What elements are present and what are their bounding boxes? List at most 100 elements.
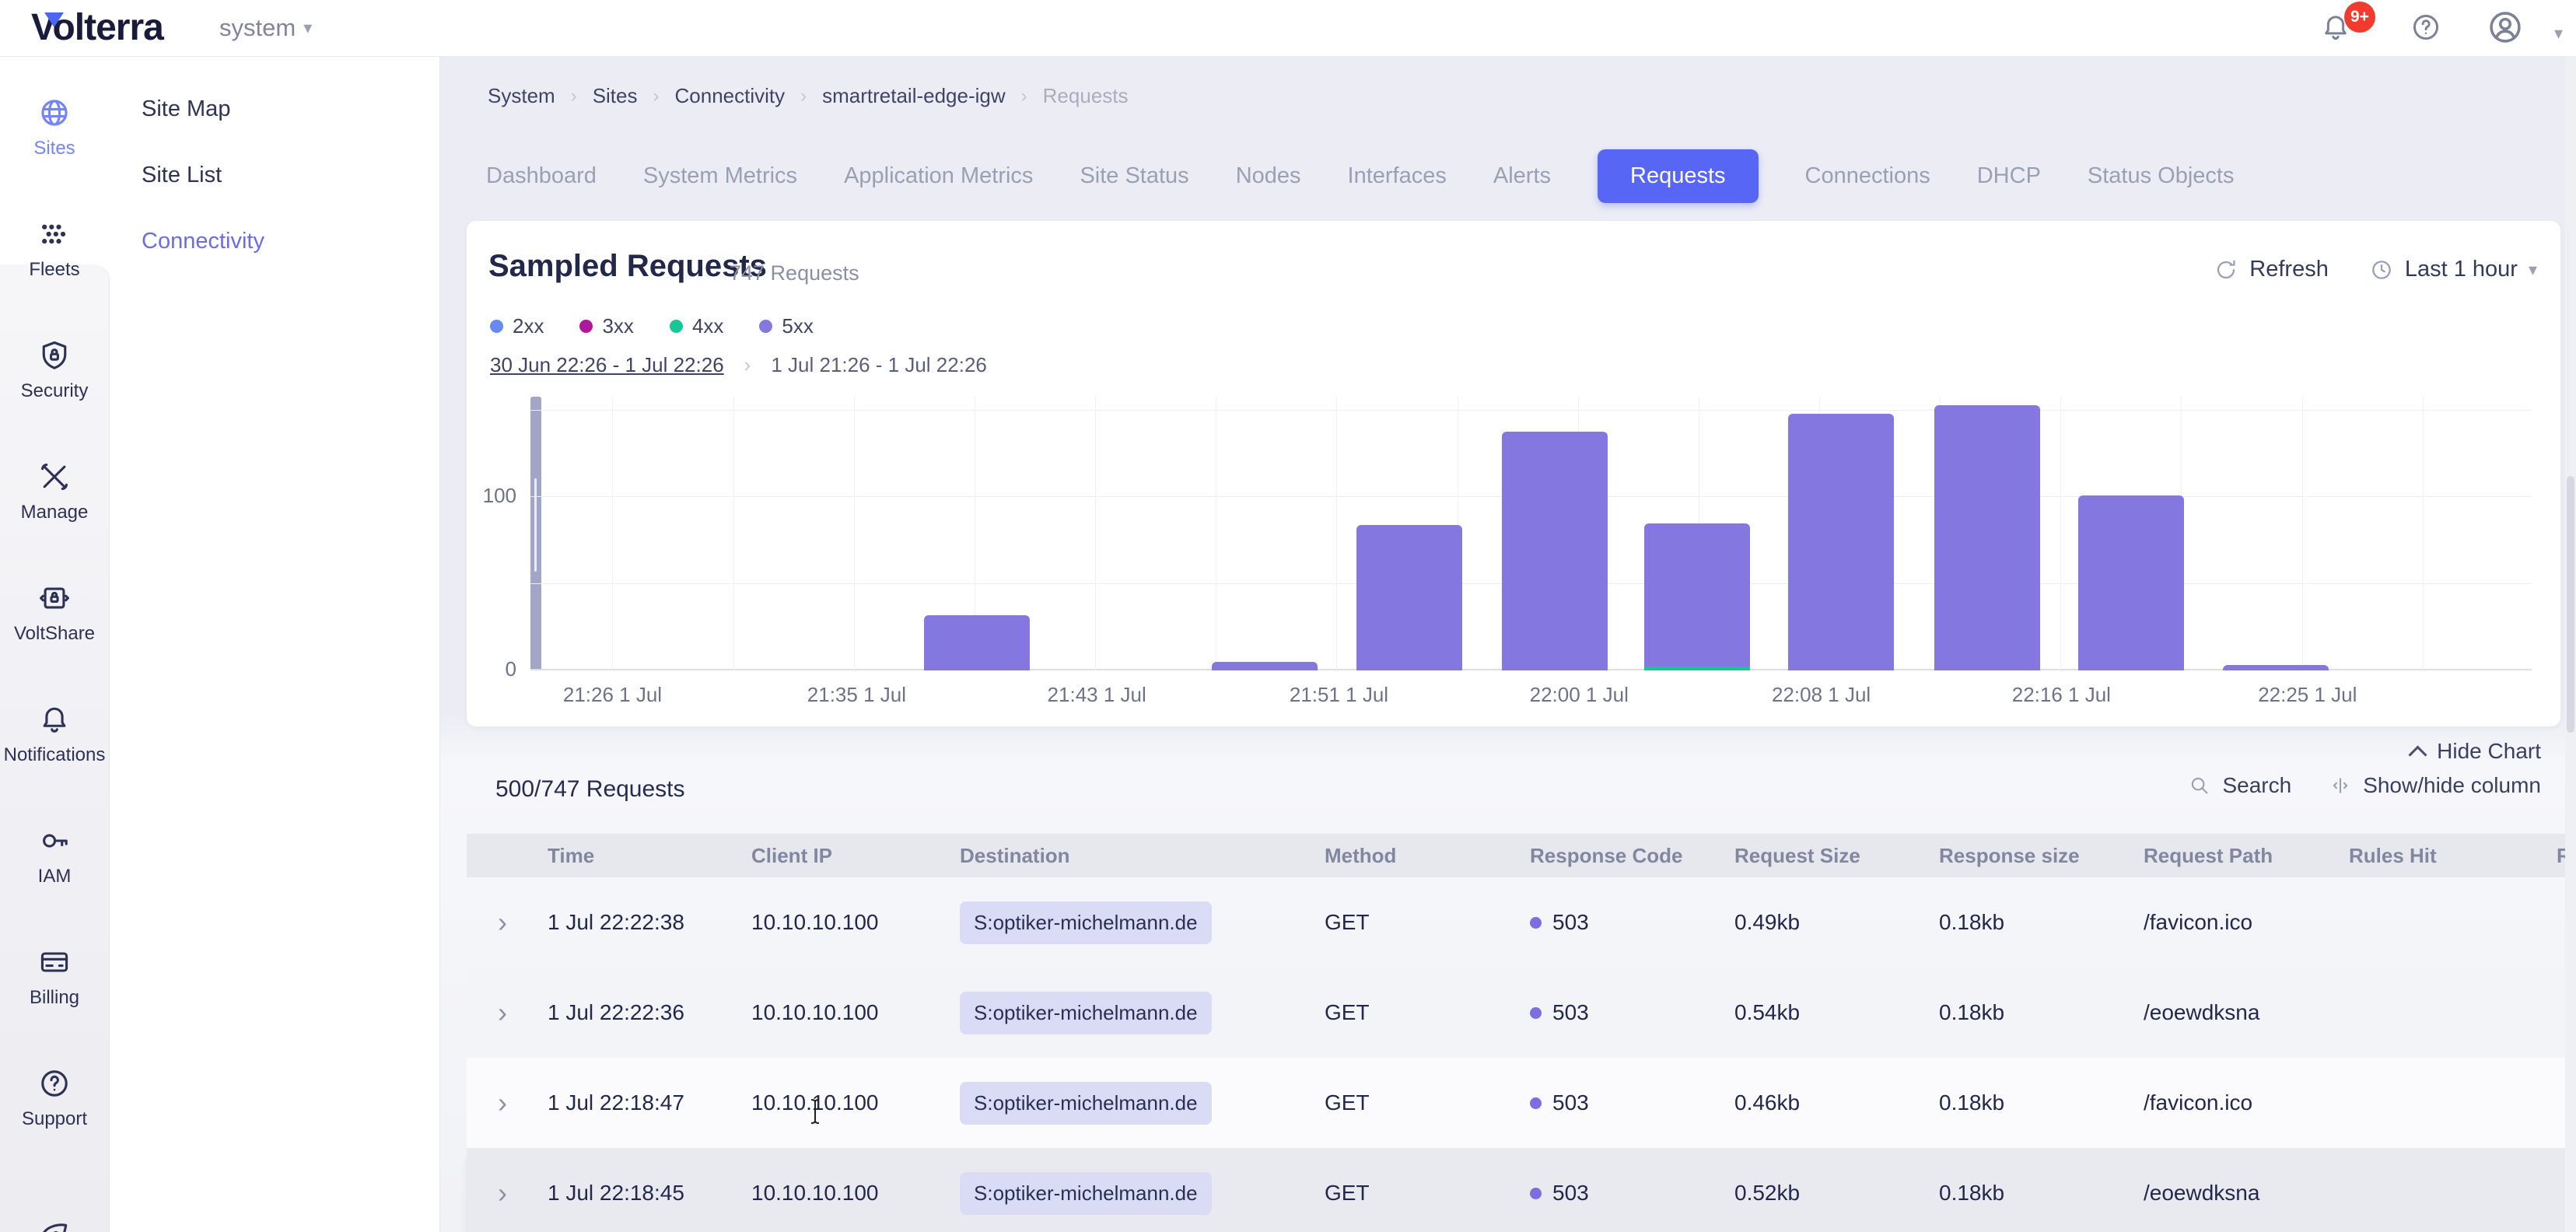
cell-response-size: 0.18kb — [1939, 1090, 2144, 1115]
range-link[interactable]: 30 Jun 22:26 - 1 Jul 22:26 — [490, 353, 724, 377]
cell-response-code: 503 — [1530, 1181, 1734, 1206]
breadcrumb-item-smartretail-edge-igw[interactable]: smartretail-edge-igw — [822, 84, 1006, 108]
subsidebar-item-site-list[interactable]: Site List — [109, 142, 439, 208]
chart-legend: 2xx 3xx 4xx 5xx — [490, 314, 814, 338]
breadcrumb-item-sites[interactable]: Sites — [593, 84, 638, 108]
bar-segment-4xx — [1644, 667, 1750, 670]
brush-handle[interactable] — [530, 397, 541, 670]
y-axis-label: 0 — [473, 657, 516, 681]
legend-item-5xx[interactable]: 5xx — [759, 314, 813, 338]
subsidebar-item-connectivity[interactable]: Connectivity — [109, 208, 439, 275]
sidebar-item-notifications[interactable]: Notifications — [0, 674, 109, 795]
hide-chart-button[interactable]: Hide Chart — [2411, 739, 2541, 764]
gridline-v — [1336, 397, 1337, 670]
tab-system-metrics[interactable]: System Metrics — [643, 163, 797, 189]
cell-client-ip: 10.10.10.100 — [751, 1090, 960, 1115]
breadcrumb-item-connectivity[interactable]: Connectivity — [675, 84, 786, 108]
column-header-request-size[interactable]: Request Size — [1734, 844, 1939, 868]
cell-response-size: 0.18kb — [1939, 910, 2144, 935]
share-lock-icon — [37, 581, 72, 615]
response-code-value: 503 — [1552, 1000, 1589, 1025]
tab-nodes[interactable]: Nodes — [1236, 163, 1301, 189]
subsidebar-item-site-map[interactable]: Site Map — [109, 76, 439, 142]
breadcrumb-separator: › — [800, 86, 807, 107]
text-cursor — [807, 1098, 823, 1125]
user-avatar[interactable] — [2486, 8, 2525, 47]
column-header-destination[interactable]: Destination — [960, 844, 1325, 868]
refresh-button[interactable]: Refresh — [2214, 257, 2329, 282]
tab-requests[interactable]: Requests — [1598, 149, 1759, 203]
legend-item-2xx[interactable]: 2xx — [490, 314, 544, 338]
cell-client-ip: 10.10.10.100 — [751, 1181, 960, 1206]
cell-method: GET — [1325, 910, 1530, 935]
gridline-v — [2302, 397, 2303, 670]
cell-response-code: 503 — [1530, 1000, 1734, 1025]
vertical-scrollbar[interactable] — [2565, 56, 2576, 1232]
legend-label: 5xx — [782, 314, 813, 338]
table-row[interactable]: ›1 Jul 22:18:4510.10.10.100S:optiker-mic… — [467, 1148, 2576, 1232]
cell-response-size: 0.18kb — [1939, 1000, 2144, 1025]
tab-alerts[interactable]: Alerts — [1493, 163, 1551, 189]
tab-dhcp[interactable]: DHCP — [1977, 163, 2041, 189]
scrollbar-thumb[interactable] — [2567, 476, 2574, 733]
range-current: 1 Jul 21:26 - 1 Jul 22:26 — [771, 353, 987, 377]
notification-badge[interactable]: 9+ — [2344, 2, 2375, 33]
namespace-dropdown[interactable]: system ▾ — [219, 14, 312, 42]
namespace-label: system — [219, 14, 296, 42]
column-header-rules-hit[interactable]: Rules Hit — [2349, 844, 2557, 868]
table-row[interactable]: ›1 Jul 22:22:3810.10.10.100S:optiker-mic… — [467, 877, 2576, 968]
help-icon[interactable] — [2410, 11, 2442, 44]
range-separator: › — [744, 353, 751, 377]
legend-item-3xx[interactable]: 3xx — [579, 314, 633, 338]
subsidebar-items: Site MapSite ListConnectivity — [109, 56, 439, 275]
refresh-label: Refresh — [2249, 257, 2329, 282]
row-expand-chevron-icon[interactable]: › — [467, 906, 548, 939]
cell-destination: S:optiker-michelmann.de — [960, 1082, 1325, 1125]
sidebar-item-security[interactable]: Security — [0, 310, 109, 431]
cell-request-size: 0.54kb — [1734, 1000, 1939, 1025]
cell-request-size: 0.52kb — [1734, 1181, 1939, 1206]
sidebar-item-fleets[interactable]: Fleets — [0, 188, 109, 310]
table-row[interactable]: ›1 Jul 22:18:4710.10.10.100S:optiker-mic… — [467, 1058, 2576, 1148]
tab-interfaces[interactable]: Interfaces — [1348, 163, 1447, 189]
row-expand-chevron-icon[interactable]: › — [467, 1177, 548, 1209]
tab-dashboard[interactable]: Dashboard — [486, 163, 597, 189]
table-body: ›1 Jul 22:22:3810.10.10.100S:optiker-mic… — [467, 877, 2576, 1232]
legend-dot-2xx — [490, 320, 503, 333]
x-axis-label: 21:51 1 Jul — [1290, 683, 1388, 707]
tab-site-status[interactable]: Site Status — [1080, 163, 1188, 189]
sidebar-item-voltshare[interactable]: VoltShare — [0, 552, 109, 674]
column-header-request-path[interactable]: Request Path — [2144, 844, 2349, 868]
bar-5xx — [1212, 662, 1318, 670]
sidebar-item-support[interactable]: Support — [0, 1038, 109, 1159]
sidebar-item-manage[interactable]: Manage — [0, 431, 109, 552]
gridline-v — [612, 397, 613, 670]
tab-application-metrics[interactable]: Application Metrics — [844, 163, 1033, 189]
search-button[interactable]: Search — [2188, 773, 2291, 798]
response-code-dot — [1530, 1188, 1542, 1199]
row-expand-chevron-icon[interactable]: › — [467, 1087, 548, 1119]
table-row[interactable]: ›1 Jul 22:22:3610.10.10.100S:optiker-mic… — [467, 968, 2576, 1058]
column-header-response-code[interactable]: Response Code — [1530, 844, 1734, 868]
legend-item-4xx[interactable]: 4xx — [670, 314, 723, 338]
sidebar-item-billing[interactable]: Billing — [0, 916, 109, 1038]
time-range-dropdown[interactable]: Last 1 hour ▾ — [2369, 257, 2537, 282]
column-header-time[interactable]: Time — [548, 844, 751, 868]
breadcrumb-item-system[interactable]: System — [488, 84, 555, 108]
column-header-method[interactable]: Method — [1325, 844, 1530, 868]
row-expand-chevron-icon[interactable]: › — [467, 996, 548, 1029]
tab-status-objects[interactable]: Status Objects — [2088, 163, 2235, 189]
bar-5xx — [1502, 432, 1608, 670]
x-axis-label: 21:43 1 Jul — [1048, 683, 1146, 707]
sidebar-item-iam[interactable]: IAM — [0, 795, 109, 916]
show-hide-column-button[interactable]: Show/hide column — [2329, 773, 2541, 798]
cell-request-path: /favicon.ico — [2144, 1090, 2349, 1115]
avatar-caret-icon[interactable]: ▾ — [2554, 23, 2563, 44]
gridline-h — [530, 410, 2532, 411]
sidebar-item-sites[interactable]: Sites — [0, 67, 109, 188]
search-label: Search — [2222, 773, 2291, 798]
column-header-response-size[interactable]: Response size — [1939, 844, 2144, 868]
tab-connections[interactable]: Connections — [1805, 163, 1930, 189]
column-header-client-ip[interactable]: Client IP — [751, 844, 960, 868]
bar-5xx — [1644, 523, 1750, 670]
